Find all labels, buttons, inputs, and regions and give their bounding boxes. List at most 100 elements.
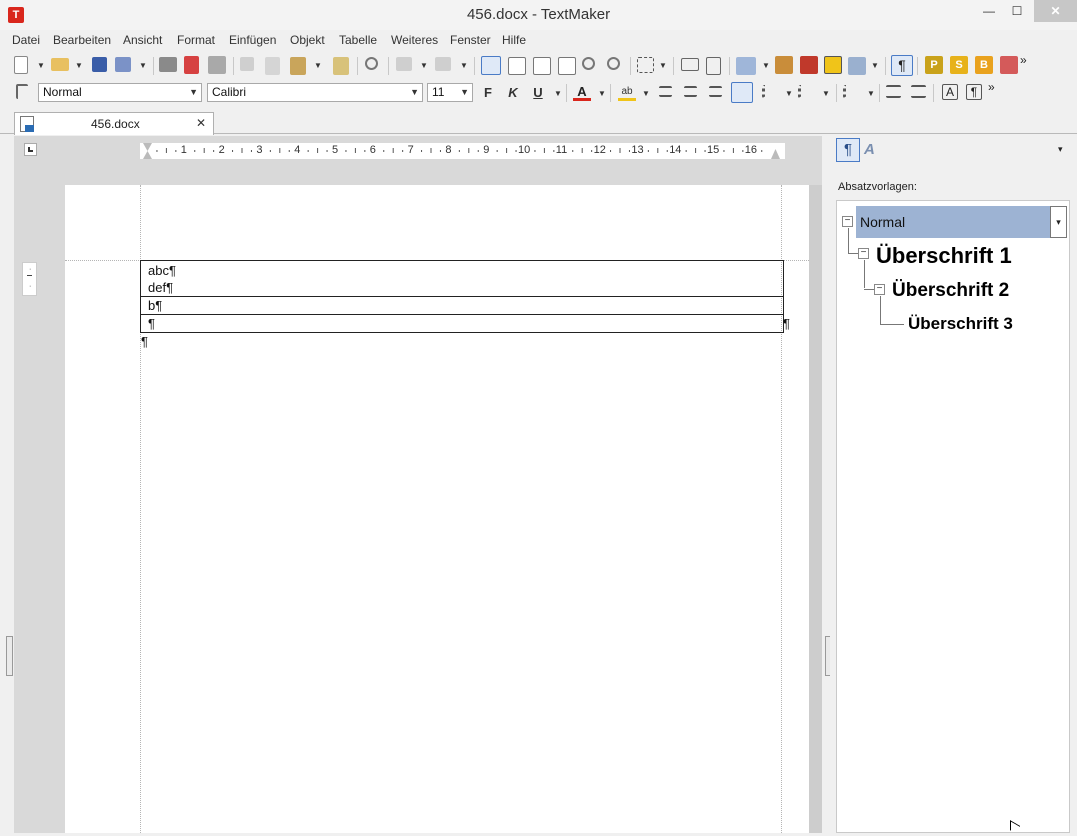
vertical-ruler[interactable]: · · xyxy=(22,262,37,296)
redo-icon[interactable] xyxy=(435,57,451,71)
open-folder-icon[interactable] xyxy=(51,58,69,71)
document-tab[interactable]: 456.docx ✕ xyxy=(14,112,214,135)
insert-table-icon[interactable] xyxy=(706,57,721,75)
p-button[interactable]: P xyxy=(925,56,943,74)
pointer-icon[interactable] xyxy=(16,84,28,99)
chevron-down-icon[interactable]: ▼ xyxy=(139,61,147,70)
chevron-down-icon[interactable]: ▼ xyxy=(822,89,830,98)
table-cell-text[interactable]: abc¶ xyxy=(148,263,176,278)
increase-indent-icon[interactable] xyxy=(911,85,926,98)
normal-view-icon[interactable] xyxy=(481,56,501,75)
close-window-button[interactable]: ✕ xyxy=(1034,0,1077,22)
toolbar-overflow-icon[interactable]: » xyxy=(988,80,995,94)
insert-field-icon[interactable] xyxy=(681,58,699,71)
character-styles-tab[interactable]: A xyxy=(864,141,875,158)
paragraph-format-button[interactable]: ¶ xyxy=(966,84,982,100)
chevron-down-icon[interactable]: ▼ xyxy=(659,61,667,70)
show-formatting-marks-button[interactable]: ¶ xyxy=(891,55,913,76)
font-color-button[interactable]: A xyxy=(573,83,591,101)
document-table[interactable]: abc¶ def¶ b¶ ¶ xyxy=(140,260,784,333)
table-cell-text[interactable]: b¶ xyxy=(148,298,162,313)
bullet-list-icon[interactable] xyxy=(762,85,776,98)
tab-stop-selector[interactable] xyxy=(24,143,37,156)
chevron-down-icon[interactable]: ▼ xyxy=(410,84,419,101)
master-page-icon[interactable] xyxy=(558,57,576,75)
chevron-down-icon[interactable]: ▼ xyxy=(871,61,879,70)
bold-button[interactable]: F xyxy=(479,84,497,102)
align-center-icon[interactable] xyxy=(684,86,697,97)
underline-button[interactable]: U xyxy=(529,84,547,102)
horizontal-ruler[interactable]: 1 2 3 4 5 6 7 8 9 10 11 12 13 14 15 16 xyxy=(140,143,785,159)
chevron-down-icon[interactable]: ▼ xyxy=(314,61,322,70)
chevron-down-icon[interactable]: ▼ xyxy=(460,61,468,70)
justify-button[interactable] xyxy=(731,82,753,103)
cut-icon[interactable] xyxy=(240,57,254,71)
table-row[interactable]: b¶ xyxy=(140,296,784,315)
zoom-icon[interactable] xyxy=(582,57,595,70)
paragraph-mark[interactable]: ¶ xyxy=(141,334,148,349)
chevron-down-icon[interactable]: ▼ xyxy=(867,89,875,98)
table-row[interactable]: ¶ xyxy=(140,314,784,333)
print-preview-icon[interactable] xyxy=(208,56,226,74)
save-all-icon[interactable] xyxy=(115,57,131,72)
menu-weiteres[interactable]: Weiteres xyxy=(391,33,438,47)
menu-einfuegen[interactable]: Einfügen xyxy=(229,33,276,47)
paragraph-styles-tab[interactable]: ¶ xyxy=(836,138,860,162)
vertical-scrollbar[interactable] xyxy=(809,185,822,833)
menu-datei[interactable]: Datei xyxy=(12,33,40,47)
insert-frame-icon[interactable] xyxy=(637,57,654,73)
export-pdf-icon[interactable] xyxy=(184,56,199,74)
chevron-down-icon[interactable]: ▼ xyxy=(420,61,428,70)
menu-objekt[interactable]: Objekt xyxy=(290,33,325,47)
copy-icon[interactable] xyxy=(265,57,280,75)
undo-icon[interactable] xyxy=(396,57,412,71)
chevron-down-icon[interactable]: ▼ xyxy=(785,89,793,98)
statistics-icon[interactable] xyxy=(775,56,793,74)
menu-tabelle[interactable]: Tabelle xyxy=(339,33,377,47)
paragraph-style-select[interactable]: Normal ▼ xyxy=(38,83,202,102)
zoom-page-icon[interactable] xyxy=(607,57,620,70)
menu-format[interactable]: Format xyxy=(177,33,215,47)
menu-hilfe[interactable]: Hilfe xyxy=(502,33,526,47)
menu-fenster[interactable]: Fenster xyxy=(450,33,491,47)
chevron-down-icon[interactable]: ▼ xyxy=(37,61,45,70)
menu-bearbeiten[interactable]: Bearbeiten xyxy=(53,33,111,47)
print-icon[interactable] xyxy=(159,57,177,72)
spell-check-icon[interactable] xyxy=(736,57,756,75)
decrease-indent-icon[interactable] xyxy=(886,85,901,98)
style-normal[interactable]: Normal xyxy=(856,206,1050,238)
b-button[interactable]: B xyxy=(975,56,993,74)
format-painter-icon[interactable] xyxy=(333,57,349,75)
chevron-down-icon[interactable]: ▼ xyxy=(189,84,198,101)
align-right-icon[interactable] xyxy=(709,86,722,97)
font-size-select[interactable]: 11 ▼ xyxy=(427,83,473,102)
style-heading-3[interactable]: Überschrift 3 xyxy=(908,314,1013,334)
font-family-select[interactable]: Calibri ▼ xyxy=(207,83,423,102)
style-heading-2[interactable]: Überschrift 2 xyxy=(892,280,1009,302)
s-button[interactable]: S xyxy=(950,56,968,74)
chevron-down-icon[interactable]: ▼ xyxy=(762,61,770,70)
text-cursor-icon[interactable] xyxy=(824,56,842,74)
left-panel-splitter[interactable] xyxy=(6,636,13,676)
numbered-list-icon[interactable] xyxy=(798,85,812,98)
minimize-button[interactable]: — xyxy=(974,0,1004,22)
paste-icon[interactable] xyxy=(290,57,306,75)
page-view-icon[interactable] xyxy=(533,57,551,75)
save-icon[interactable] xyxy=(92,57,107,72)
table-row[interactable]: abc¶ def¶ xyxy=(140,260,784,297)
collapse-toggle-icon[interactable]: − xyxy=(842,216,853,227)
menu-ansicht[interactable]: Ansicht xyxy=(123,33,162,47)
sidebar-options-dropdown[interactable]: ▾ xyxy=(1058,144,1063,155)
chevron-down-icon[interactable]: ▼ xyxy=(642,89,650,98)
table-cell-text[interactable]: def¶ xyxy=(148,280,173,295)
table-cell-text[interactable]: ¶ xyxy=(148,316,155,331)
chevron-down-icon[interactable]: ▼ xyxy=(75,61,83,70)
outline-list-icon[interactable] xyxy=(843,85,857,98)
outline-view-icon[interactable] xyxy=(508,57,526,75)
tools-icon[interactable] xyxy=(1000,56,1018,74)
character-format-button[interactable]: A xyxy=(942,84,958,100)
search-icon[interactable] xyxy=(365,57,378,70)
style-normal-dropdown[interactable]: ▾ xyxy=(1050,206,1067,238)
chevron-down-icon[interactable]: ▼ xyxy=(460,84,469,101)
align-left-icon[interactable] xyxy=(659,86,672,97)
